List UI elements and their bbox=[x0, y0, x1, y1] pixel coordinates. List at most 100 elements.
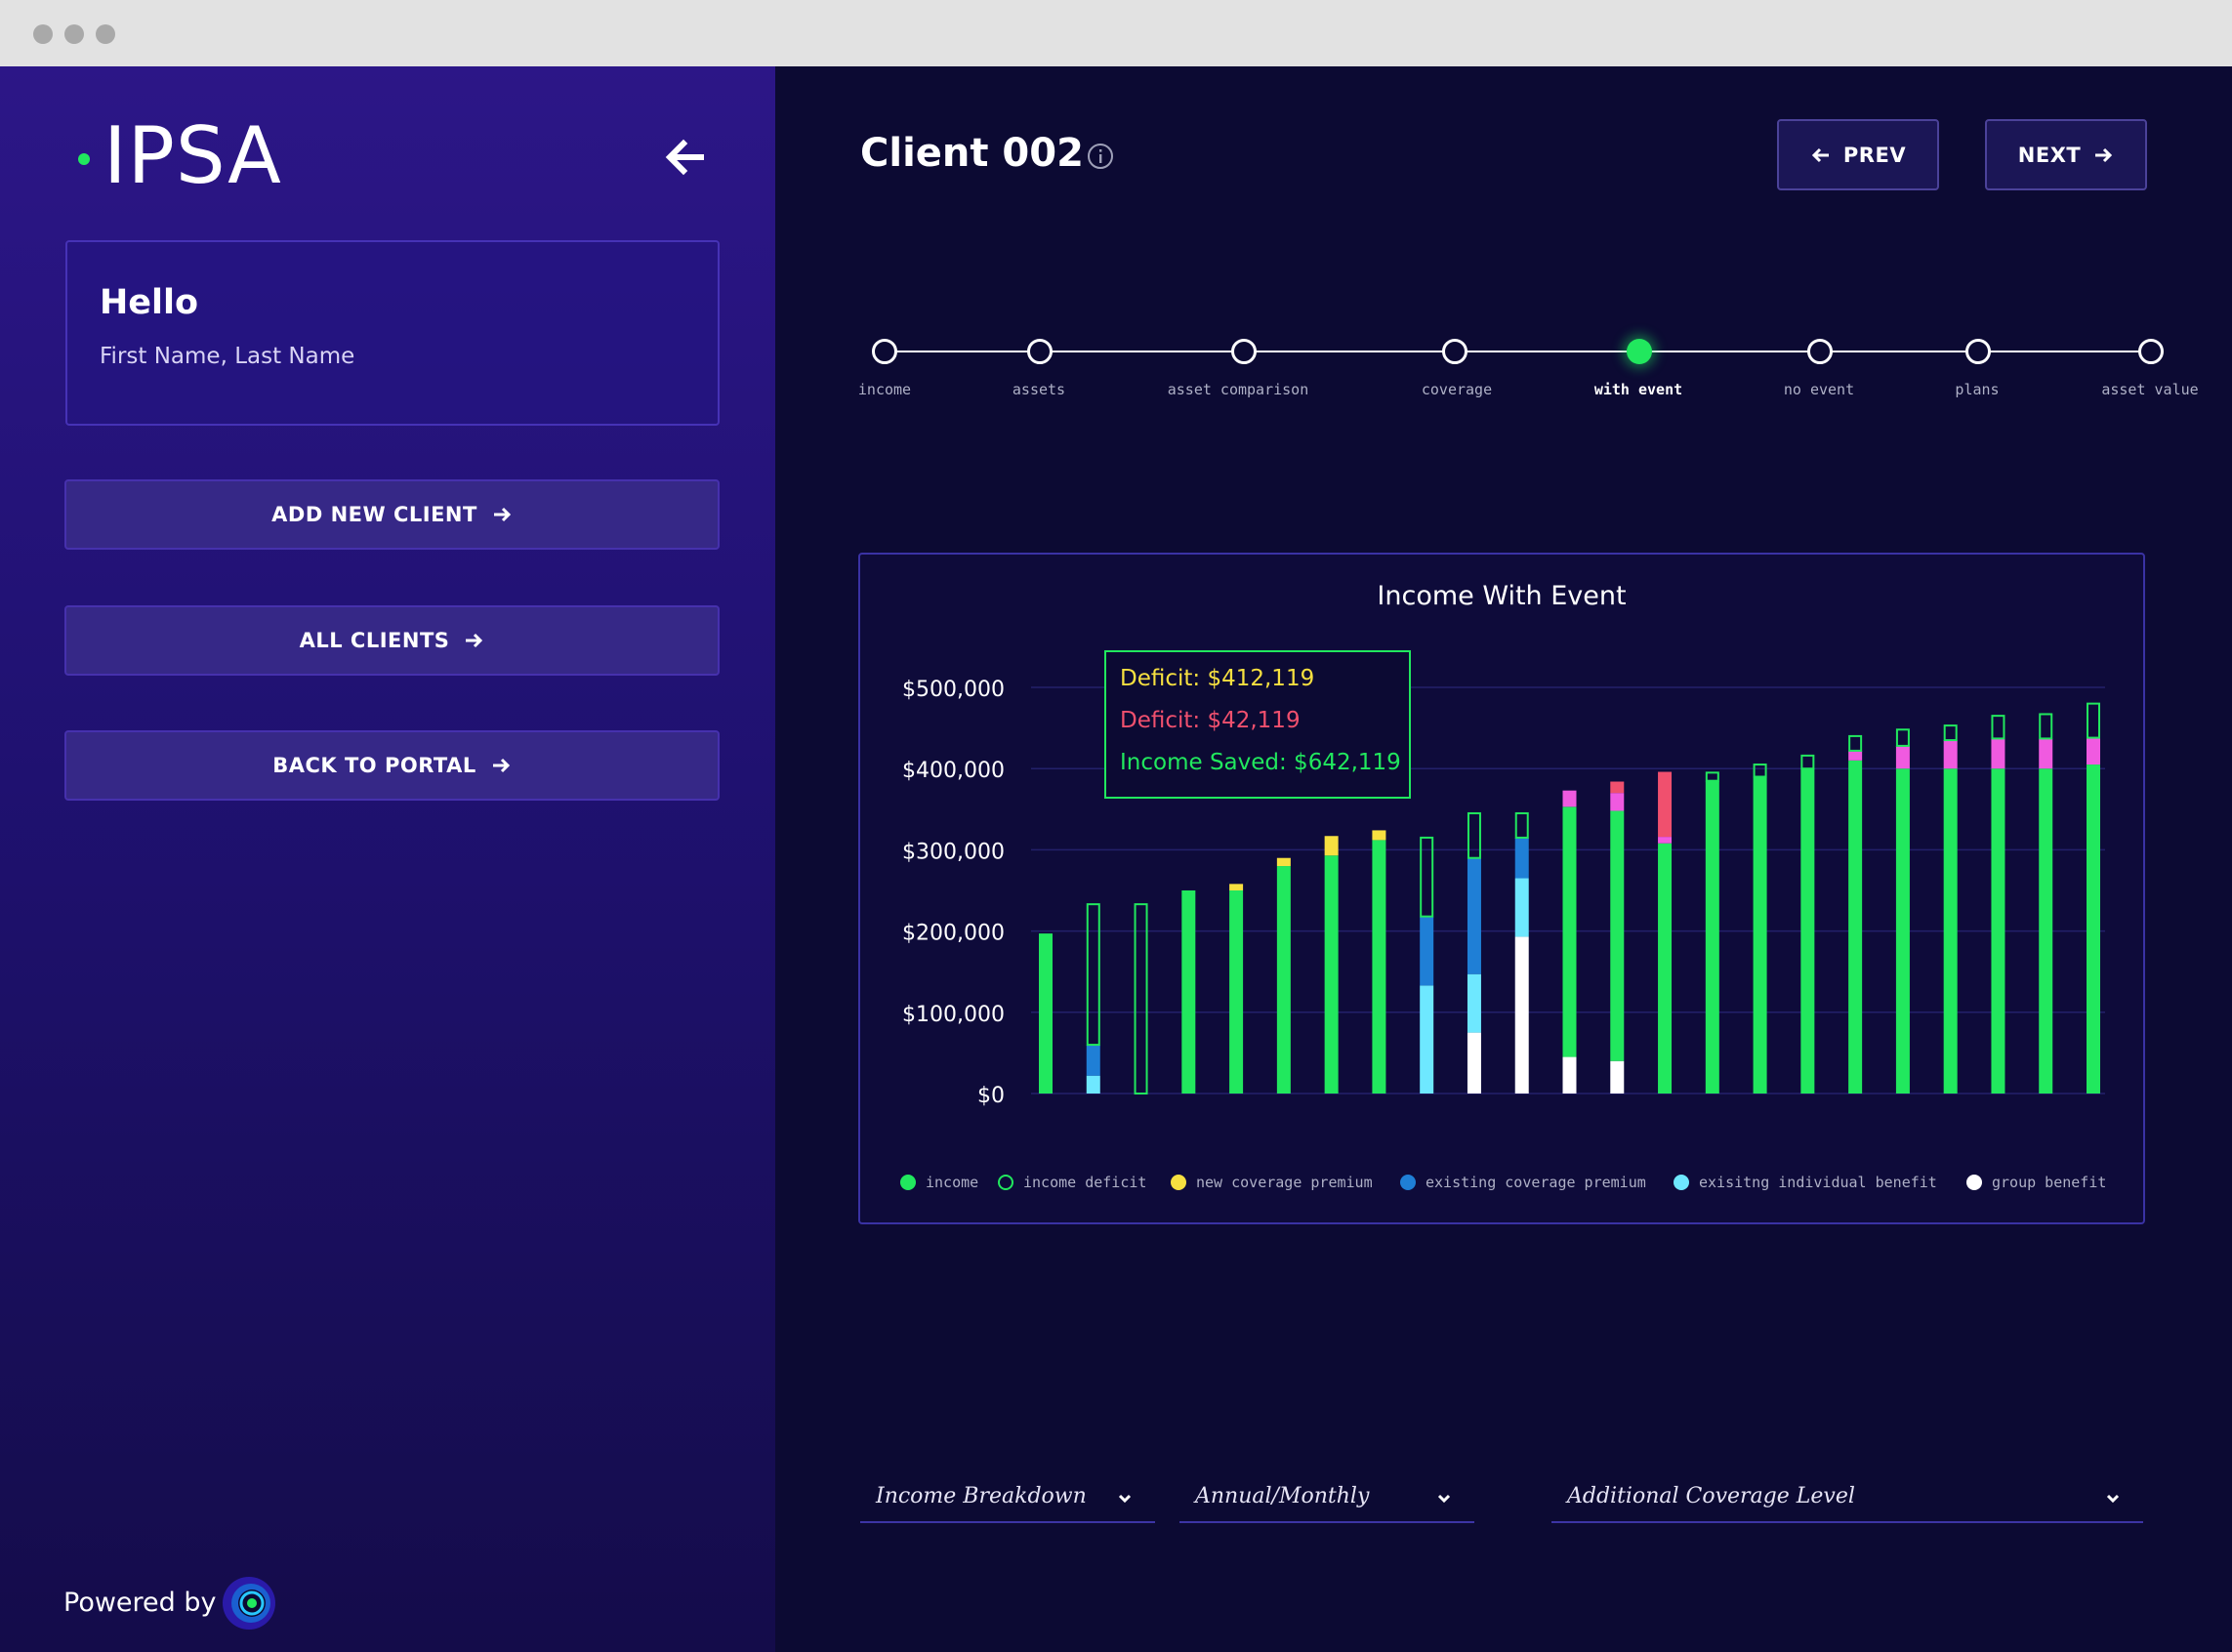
legend-dot-income-deficit bbox=[998, 1175, 1013, 1190]
chart-title: Income With Event bbox=[1377, 581, 1626, 611]
back-to-portal-button[interactable]: BACK TO PORTAL bbox=[64, 730, 720, 801]
y-tick-label: $200,000 bbox=[902, 922, 1005, 946]
legend-label: new coverage premium bbox=[1196, 1174, 1373, 1191]
window-close-dot[interactable] bbox=[33, 24, 53, 44]
y-tick-label: $0 bbox=[977, 1084, 1005, 1108]
step-income[interactable] bbox=[872, 339, 897, 364]
step-label-no-event[interactable]: no event bbox=[1784, 381, 1854, 398]
bar-income bbox=[1943, 768, 1958, 1094]
step-label-coverage[interactable]: coverage bbox=[1422, 381, 1492, 398]
bar-income bbox=[1658, 843, 1673, 1094]
step-with-event[interactable] bbox=[1627, 339, 1652, 364]
chart-card: Income With Event $0 $100,000 $200,000 $300,… bbox=[858, 553, 2145, 1224]
bar-income-deficit bbox=[1848, 734, 1863, 752]
tooltip-line-1: Deficit: $412,119 bbox=[1120, 666, 1315, 691]
additional-coverage-select[interactable]: Additional Coverage Level bbox=[1551, 1472, 2143, 1523]
arrow-right-icon bbox=[492, 758, 510, 773]
bar-individual-benefit bbox=[1086, 1075, 1100, 1094]
legend-item-existing-coverage-premium: existing coverage premium bbox=[1400, 1174, 1646, 1191]
legend-label: exisitng individual benefit bbox=[1699, 1174, 1937, 1191]
bar-group-benefit bbox=[1562, 1056, 1577, 1094]
bar-new-premium bbox=[1276, 857, 1291, 867]
bar-income bbox=[1372, 840, 1386, 1094]
income-chart: Income With Event $0 $100,000 $200,000 $300,… bbox=[902, 581, 2105, 1108]
bar-red-segment bbox=[1658, 771, 1673, 838]
legend-item-income: income bbox=[900, 1174, 978, 1191]
legend-item-group-benefit: group benefit bbox=[1966, 1174, 2106, 1191]
legend-label: existing coverage premium bbox=[1426, 1174, 1646, 1191]
arrow-left-icon bbox=[1811, 147, 1829, 162]
legend-dot-new-coverage bbox=[1171, 1175, 1186, 1190]
step-label-asset-comparison[interactable]: asset comparison bbox=[1168, 381, 1309, 398]
arrow-right-icon bbox=[493, 507, 511, 522]
arrow-right-icon bbox=[2095, 147, 2113, 162]
bar-existing-premium bbox=[1514, 837, 1529, 879]
step-label-income[interactable]: income bbox=[858, 381, 911, 398]
additional-coverage-value: Additional Coverage Level bbox=[1567, 1484, 1855, 1508]
annual-monthly-value: Annual/Monthly bbox=[1195, 1484, 1370, 1508]
step-asset-value[interactable] bbox=[2138, 339, 2164, 364]
legend-dot-income bbox=[900, 1175, 916, 1190]
step-label-with-event[interactable]: with event bbox=[1594, 381, 1682, 398]
legend-item-income-deficit: income deficit bbox=[998, 1174, 1146, 1191]
prev-label: PREV bbox=[1842, 143, 1907, 167]
bar-pink-segment bbox=[1610, 793, 1625, 811]
bar-income bbox=[2039, 768, 2053, 1094]
chevron-down-icon bbox=[2106, 1494, 2120, 1504]
step-label-asset-value[interactable]: asset value bbox=[2101, 381, 2198, 398]
bar-pink-segment bbox=[1943, 740, 1958, 769]
add-new-client-button[interactable]: ADD NEW CLIENT bbox=[64, 479, 720, 550]
all-clients-button[interactable]: ALL CLIENTS bbox=[64, 605, 720, 676]
bar-group-benefit bbox=[1610, 1060, 1625, 1094]
next-label: NEXT bbox=[2017, 143, 2082, 167]
chevron-down-icon bbox=[1437, 1494, 1451, 1504]
window-maximize-dot[interactable] bbox=[96, 24, 115, 44]
bar-income-deficit bbox=[1086, 903, 1100, 1047]
add-new-client-label: ADD NEW CLIENT bbox=[271, 503, 477, 526]
bar-red-segment bbox=[1610, 781, 1625, 794]
step-label-plans[interactable]: plans bbox=[1955, 381, 1999, 398]
bar-income bbox=[2087, 764, 2100, 1094]
bar-income bbox=[1991, 768, 2005, 1094]
greeting-title: Hello bbox=[100, 283, 199, 322]
app-logo: IPSA bbox=[103, 110, 282, 201]
bar-income-deficit bbox=[1800, 754, 1815, 770]
bar-pink-segment bbox=[2087, 737, 2100, 765]
prev-button[interactable]: PREV bbox=[1777, 119, 1939, 190]
back-to-portal-label: BACK TO PORTAL bbox=[272, 754, 476, 777]
income-breakdown-select[interactable]: Income Breakdown bbox=[860, 1472, 1155, 1523]
annual-monthly-select[interactable]: Annual/Monthly bbox=[1179, 1472, 1474, 1523]
bar-income-deficit bbox=[1753, 764, 1767, 778]
chart-tooltip: Deficit: $412,119 Deficit: $42,119 Incom… bbox=[1104, 650, 1411, 799]
chevron-down-icon bbox=[1118, 1494, 1132, 1504]
tooltip-line-2: Deficit: $42,119 bbox=[1120, 708, 1301, 733]
bar-new-premium bbox=[1372, 830, 1386, 841]
bar-income-deficit bbox=[1991, 715, 2005, 740]
bar-pink-segment bbox=[1562, 790, 1577, 807]
window-minimize-dot[interactable] bbox=[64, 24, 84, 44]
legend-item-new-coverage-premium: new coverage premium bbox=[1171, 1174, 1373, 1191]
bar-pink-segment bbox=[1895, 745, 1910, 769]
legend-label: income deficit bbox=[1023, 1174, 1147, 1191]
logo-dot bbox=[78, 153, 90, 165]
bar-income bbox=[1753, 776, 1767, 1094]
next-button[interactable]: NEXT bbox=[1985, 119, 2147, 190]
step-asset-comparison[interactable] bbox=[1231, 339, 1257, 364]
bar-income-deficit bbox=[1467, 811, 1481, 859]
bar-income bbox=[1705, 780, 1719, 1094]
step-label-assets[interactable]: assets bbox=[1013, 381, 1065, 398]
y-tick-label: $100,000 bbox=[902, 1003, 1005, 1027]
bar-pink-segment bbox=[1991, 738, 2005, 769]
step-assets[interactable] bbox=[1027, 339, 1053, 364]
info-icon[interactable] bbox=[1087, 143, 1114, 170]
bar-new-premium bbox=[1324, 836, 1339, 856]
step-no-event[interactable] bbox=[1807, 339, 1833, 364]
stepper-track bbox=[885, 351, 2151, 352]
bar-individual-benefit bbox=[1514, 878, 1529, 937]
y-tick-label: $300,000 bbox=[902, 840, 1005, 864]
bar-income bbox=[1895, 768, 1910, 1094]
arrow-left-icon[interactable] bbox=[660, 133, 709, 182]
bar-existing-premium bbox=[1467, 857, 1481, 974]
step-plans[interactable] bbox=[1965, 339, 1991, 364]
step-coverage[interactable] bbox=[1442, 339, 1467, 364]
